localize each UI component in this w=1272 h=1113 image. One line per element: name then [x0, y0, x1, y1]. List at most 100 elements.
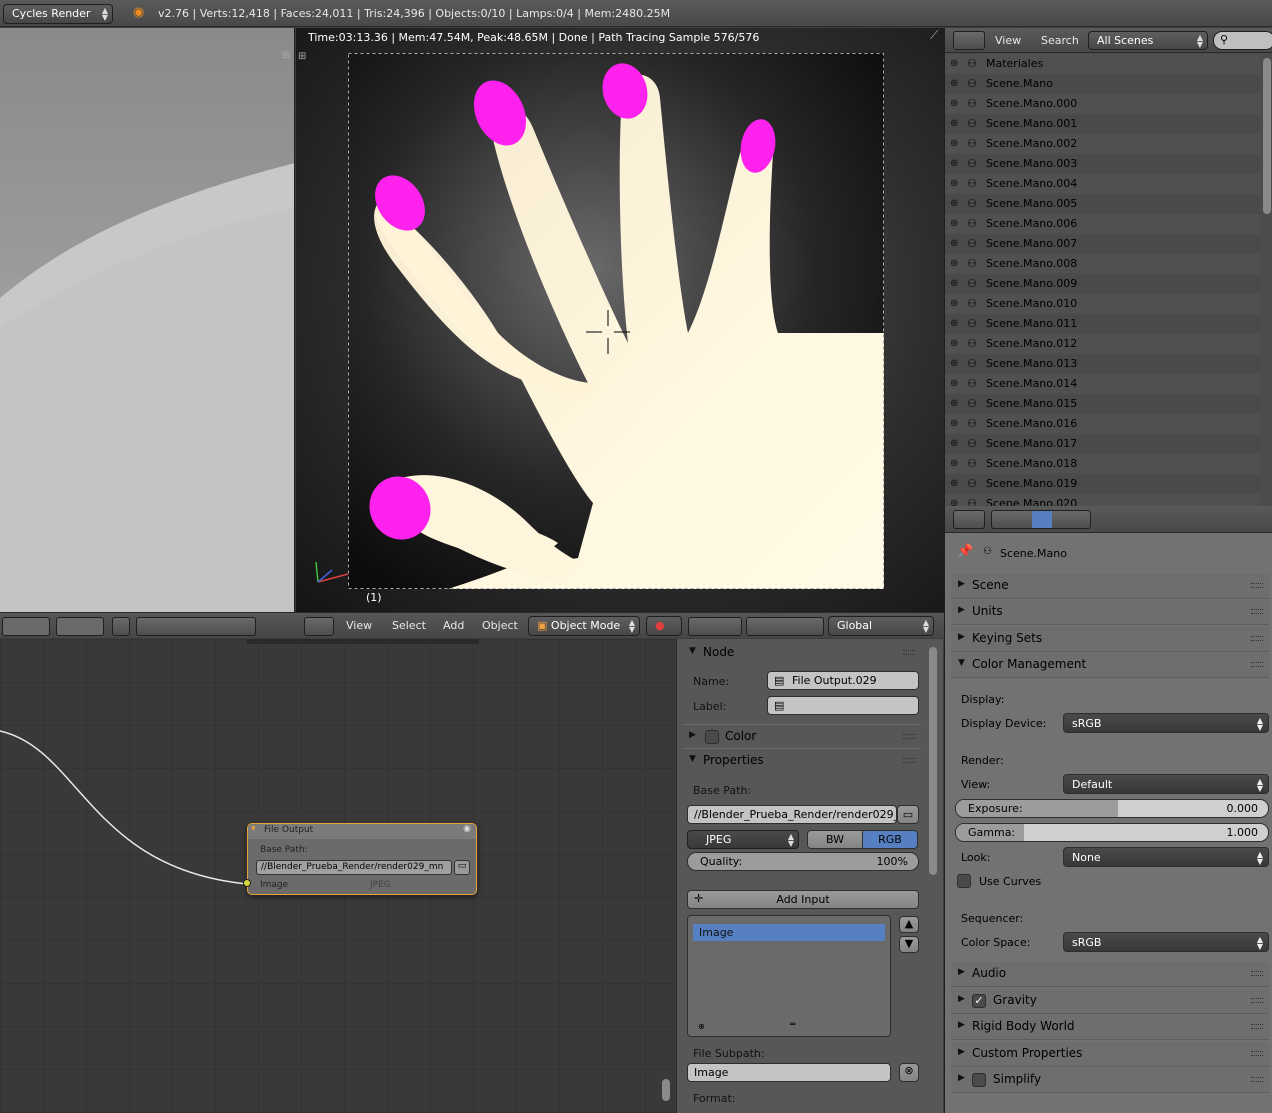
menu-object[interactable]: Object [482, 619, 518, 632]
input-list[interactable]: Image ⊕ ═ [687, 915, 891, 1037]
node-panel-header[interactable]: ▼ Node [683, 641, 921, 665]
outliner-item[interactable]: ⊕ ⚇ Scene.Mano.016 [945, 414, 1260, 434]
outliner-item[interactable]: ⊕ ⚇ Scene.Mano.006 [945, 214, 1260, 234]
node-editor[interactable]: ▾ File Output ◉ Base Path: //Blender_Pru… [0, 639, 676, 1113]
outliner-item[interactable]: ⊕ ⚇ Scene.Mano.005 [945, 194, 1260, 214]
editor-type-icon[interactable] [953, 510, 985, 529]
outliner-item[interactable]: ⊕ ⚇ Scene.Mano.007 [945, 234, 1260, 254]
outliner-item[interactable]: ⊕ ⚇ Scene.Mano.014 [945, 374, 1260, 394]
color-checkbox[interactable] [705, 730, 719, 744]
node-base-path-field[interactable]: //Blender_Prueba_Render/render029_mn [256, 860, 452, 875]
color-space-select[interactable]: sRGB ▲ ▼ [1063, 932, 1269, 952]
outliner-item[interactable]: ⊕ ⚇ Scene.Mano.003 [945, 154, 1260, 174]
view-transform-select[interactable]: Default ▲ ▼ [1063, 774, 1269, 794]
gravity-checkbox[interactable]: ✓ [972, 994, 986, 1008]
search-field[interactable]: ⚲ [1213, 31, 1272, 50]
expand-icon[interactable]: ⊕ [950, 298, 958, 309]
outliner-item[interactable]: ⊕ ⚇ Scene.Mano.012 [945, 334, 1260, 354]
rigid-body-world-panel[interactable]: ▶ Rigid Body World [951, 1015, 1269, 1040]
npanel-scrollbar[interactable] [929, 647, 937, 875]
expand-icon[interactable]: ⊕ [950, 58, 958, 69]
expand-icon[interactable]: ⊕ [950, 178, 958, 189]
scene-panel[interactable]: ▶ Scene [951, 574, 1269, 599]
outliner-item[interactable]: ⊕ ⚇ Scene.Mano.001 [945, 114, 1260, 134]
base-path-field[interactable]: //Blender_Prueba_Render/render029_mn [687, 805, 897, 824]
viewport-add-icon[interactable]: ⊞ [298, 51, 306, 62]
folder-icon[interactable]: ▭ [897, 805, 919, 824]
custom-properties-panel[interactable]: ▶ Custom Properties [951, 1042, 1269, 1067]
node-editor-scrollbar[interactable] [662, 1079, 670, 1101]
outliner-item[interactable]: ⊕ ⚇ Scene.Mano.009 [945, 274, 1260, 294]
expand-icon[interactable]: ⊕ [950, 278, 958, 289]
outliner-item[interactable]: ⊕ ⚇ Scene.Mano.017 [945, 434, 1260, 454]
viewport-render[interactable]: Time:03:13.36 | Mem:47.54M, Peak:48.65M … [296, 28, 944, 612]
viewport-left[interactable]: ⊞ [0, 28, 295, 612]
expand-icon[interactable]: ⊕ [950, 158, 958, 169]
outliner-item[interactable]: ⊕ ⚇ Scene.Mano.015 [945, 394, 1260, 414]
manipulator-icons[interactable] [746, 617, 824, 636]
mode-select[interactable]: ▣ Object Mode ▲ ▼ [528, 616, 640, 636]
outliner-scrollbar[interactable] [1263, 58, 1271, 214]
units-panel[interactable]: ▶ Units [951, 600, 1269, 625]
viewport-toolbar-icons[interactable] [136, 617, 256, 636]
outliner-item[interactable]: ⊕ ⚇ Materiales [945, 54, 1260, 74]
menu-view[interactable]: View [995, 34, 1021, 47]
pin-icon[interactable]: 📌 [957, 544, 973, 559]
expand-icon[interactable]: ⊕ [950, 238, 958, 249]
layers-left-icon[interactable] [2, 617, 50, 636]
simplify-panel[interactable]: ▶ Simplify [951, 1068, 1269, 1093]
outliner-item[interactable]: ⊕ ⚇ Scene.Mano.002 [945, 134, 1260, 154]
outliner-item[interactable]: ⊕ ⚇ Scene.Mano.013 [945, 354, 1260, 374]
rgb-button[interactable]: RGB [862, 830, 918, 849]
file-format-select[interactable]: JPEG ▲ ▼ [687, 830, 799, 849]
outliner-item[interactable]: ⊕ ⚇ Scene.Mano.000 [945, 94, 1260, 114]
exposure-slider[interactable]: Exposure: 0.000 [955, 799, 1269, 818]
outliner-item[interactable]: ⊕ ⚇ Scene.Mano.004 [945, 174, 1260, 194]
expand-icon[interactable]: ⊕ [950, 358, 958, 369]
outliner-item[interactable]: ⊕ ⚇ Scene.Mano.010 [945, 294, 1260, 314]
simplify-checkbox[interactable] [972, 1073, 986, 1087]
display-filter-select[interactable]: All Scenes ▲ ▼ [1088, 31, 1208, 50]
keying-sets-panel[interactable]: ▶ Keying Sets [951, 627, 1269, 652]
expand-icon[interactable]: ⊕ [950, 478, 958, 489]
gravity-panel[interactable]: ▶ ✓ Gravity [951, 989, 1269, 1014]
pivot-icons[interactable] [688, 617, 742, 636]
expand-icon[interactable]: ⊕ [950, 198, 958, 209]
expand-icon[interactable]: ⊕ [950, 338, 958, 349]
shading-select[interactable]: ● [646, 616, 682, 636]
expand-icon[interactable]: ⊕ [950, 78, 958, 89]
add-input-button[interactable]: ✛ Add Input [687, 890, 919, 909]
preview-sphere-icon[interactable]: ◉ [463, 824, 471, 834]
move-down-button[interactable]: ▼ [899, 936, 919, 953]
expand-icon[interactable]: ⊕ [950, 118, 958, 129]
editor-type-icon[interactable] [304, 617, 334, 636]
expand-icon[interactable]: ⊕ [950, 458, 958, 469]
bw-button[interactable]: BW [807, 830, 863, 849]
scene-tab-icon[interactable] [1032, 511, 1052, 528]
expand-icon[interactable]: ⊕ [950, 438, 958, 449]
outliner-item[interactable]: ⊕ ⚇ Scene.Mano.008 [945, 254, 1260, 274]
close-icon[interactable]: ⊗ [899, 1063, 919, 1082]
lock-layers-icon[interactable] [112, 617, 130, 636]
image-input-socket[interactable] [243, 879, 251, 887]
render-engine-select[interactable]: Cycles Render ▲ ▼ [3, 4, 113, 24]
expand-icon[interactable]: ⊕ [950, 318, 958, 329]
expand-icon[interactable]: ⊕ [950, 398, 958, 409]
expand-icon[interactable]: ⊕ [950, 418, 958, 429]
audio-panel[interactable]: ▶ Audio [951, 962, 1269, 987]
expand-icon[interactable]: ⊕ [950, 498, 958, 506]
outliner-list[interactable]: ⊕ ⚇ Materiales ⊕ ⚇ Scene.Mano ⊕ ⚇ Scene.Mano.000… [945, 54, 1272, 506]
use-curves-checkbox[interactable] [957, 874, 971, 888]
expand-icon[interactable]: ⊕ [950, 98, 958, 109]
expand-icon[interactable]: ⊕ [950, 258, 958, 269]
outliner-item[interactable]: ⊕ ⚇ Scene.Mano.019 [945, 474, 1260, 494]
orientation-select[interactable]: Global ▲ ▼ [828, 616, 934, 636]
expand-icon[interactable]: ⊕ [950, 378, 958, 389]
area-corner-icon[interactable]: ⟋ [930, 28, 938, 43]
outliner-item[interactable]: ⊕ ⚇ Scene.Mano.018 [945, 454, 1260, 474]
node-header[interactable]: ▾ File Output ◉ [248, 824, 476, 839]
context-tabs[interactable] [991, 510, 1091, 529]
quality-slider[interactable]: Quality: 100% [687, 852, 919, 871]
look-select[interactable]: None ▲ ▼ [1063, 847, 1269, 867]
menu-view[interactable]: View [346, 619, 372, 632]
